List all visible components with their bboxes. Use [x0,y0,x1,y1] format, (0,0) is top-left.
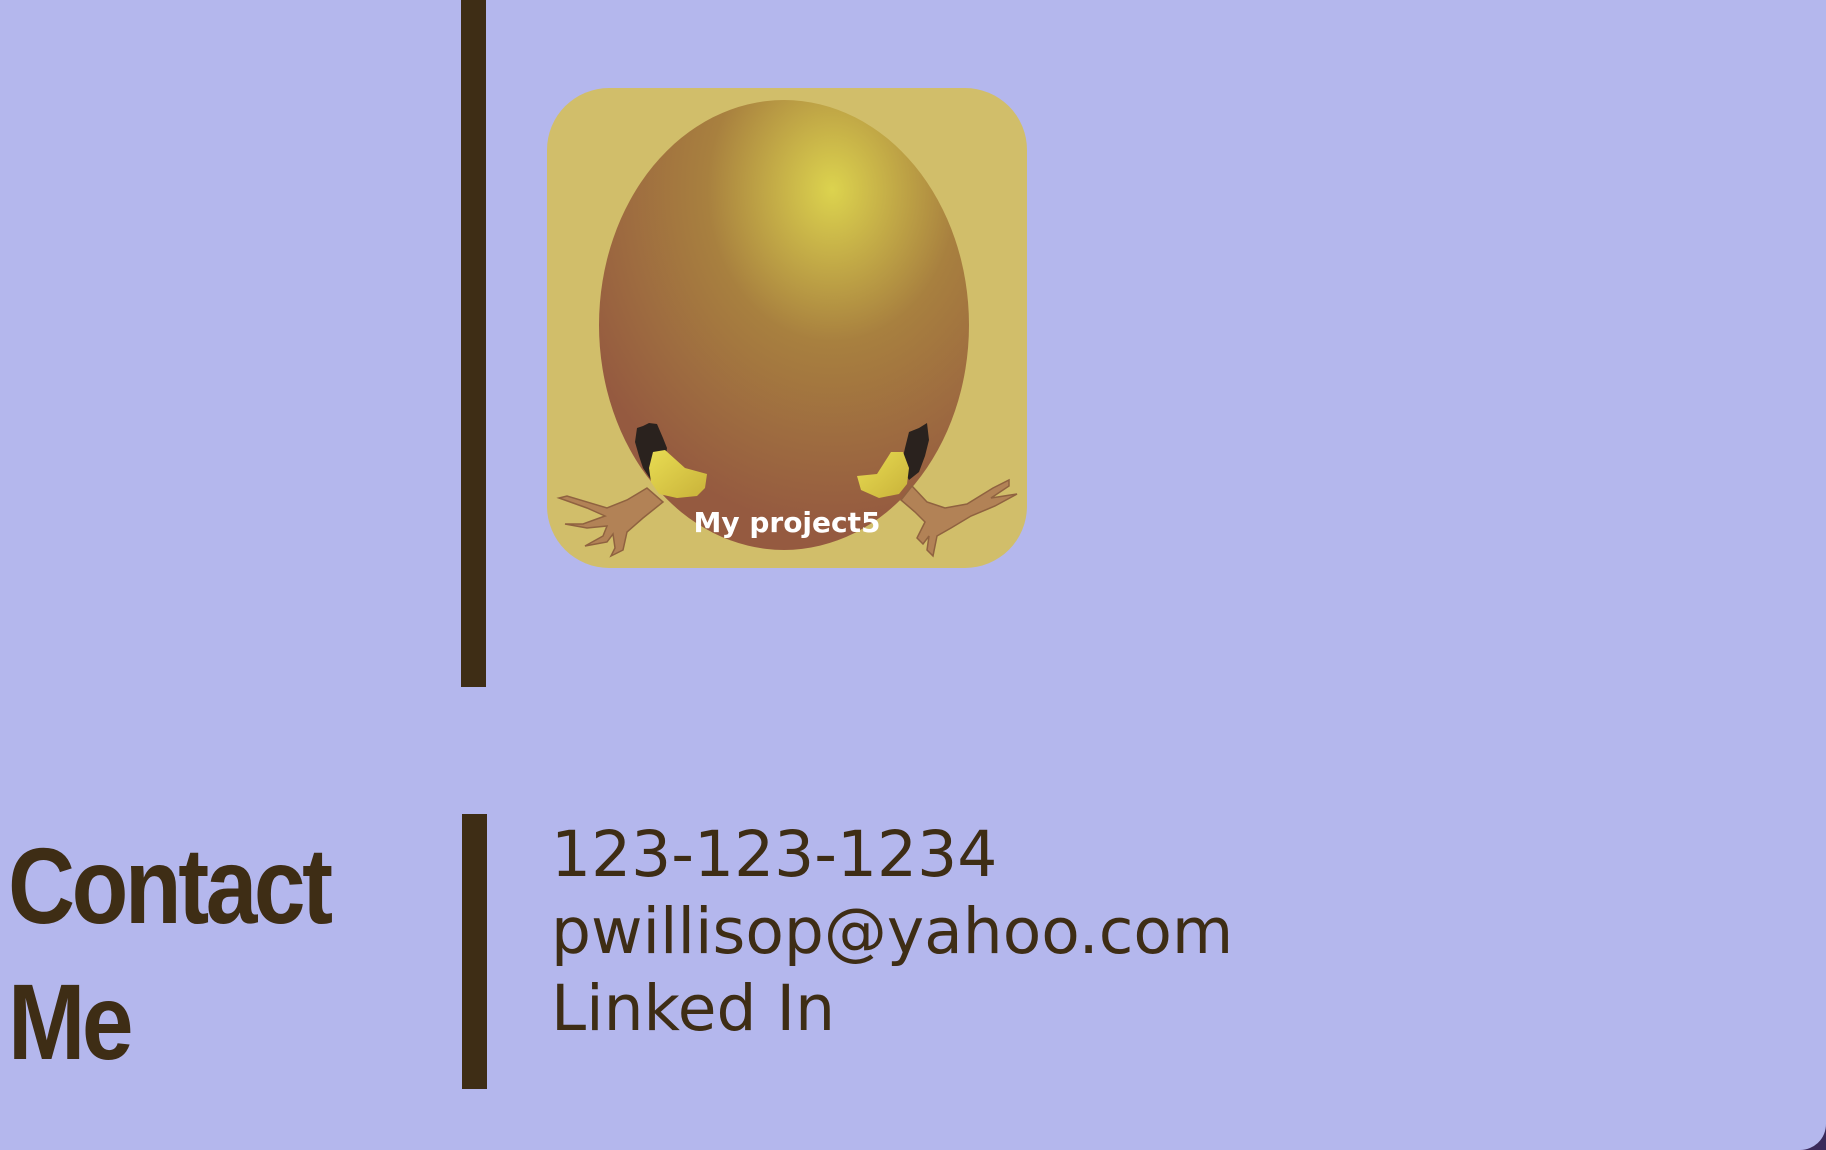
contact-phone: 123-123-1234 [551,818,998,891]
project-title: My project5 [693,506,881,539]
contact-heading-line2: Me [8,961,134,1082]
contact-list: 123-123-1234 pwillisop@yahoo.com Linked … [551,816,1233,1047]
contact-email: pwillisop@yahoo.com [551,895,1234,968]
contact-heading: Contact Me [8,818,386,1090]
portfolio-page: My project5 Contact Me 123-123-1234 pwil… [0,0,1826,1150]
contact-heading-line1: Contact [8,825,333,946]
contact-linkedin-link[interactable]: Linked In [551,970,1233,1047]
section-divider-contact [462,814,487,1089]
egg-hatching-icon [556,100,1018,558]
project-card[interactable]: My project5 [547,88,1027,568]
section-divider-projects [461,0,486,687]
